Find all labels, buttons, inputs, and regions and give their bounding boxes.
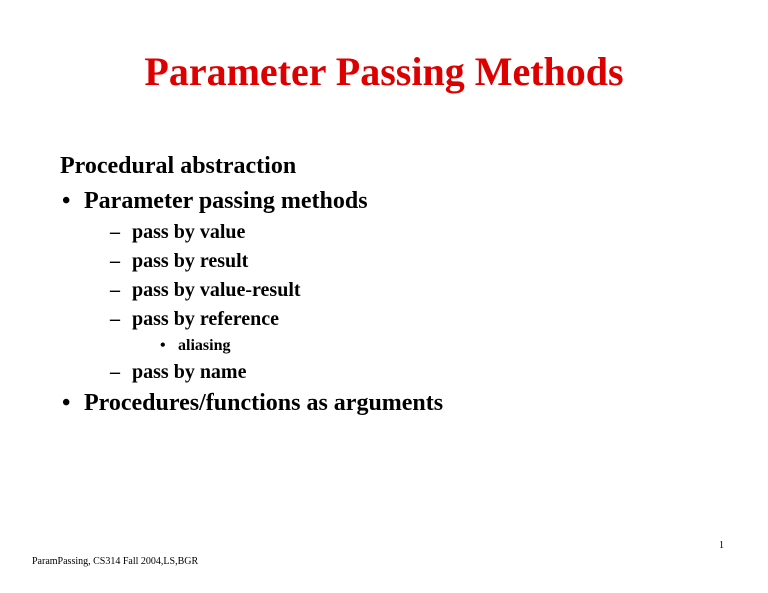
bullet-item: Procedures/functions as arguments (60, 390, 718, 417)
slide-content: Procedural abstraction Parameter passing… (50, 153, 718, 417)
footer-source: ParamPassing, CS314 Fall 2004,LS,BGR (32, 556, 198, 567)
slide: Parameter Passing Methods Procedural abs… (0, 0, 768, 593)
bullet-item: Parameter passing methods (60, 188, 718, 215)
bullet-item: pass by name (60, 361, 718, 384)
bullet-item: pass by value (60, 221, 718, 244)
bullet-item: pass by value-result (60, 279, 718, 302)
page-number: 1 (719, 540, 724, 551)
content-heading: Procedural abstraction (60, 153, 718, 180)
bullet-item: aliasing (60, 337, 718, 355)
slide-title: Parameter Passing Methods (50, 48, 718, 95)
bullet-item: pass by reference (60, 308, 718, 331)
bullet-item: pass by result (60, 250, 718, 273)
